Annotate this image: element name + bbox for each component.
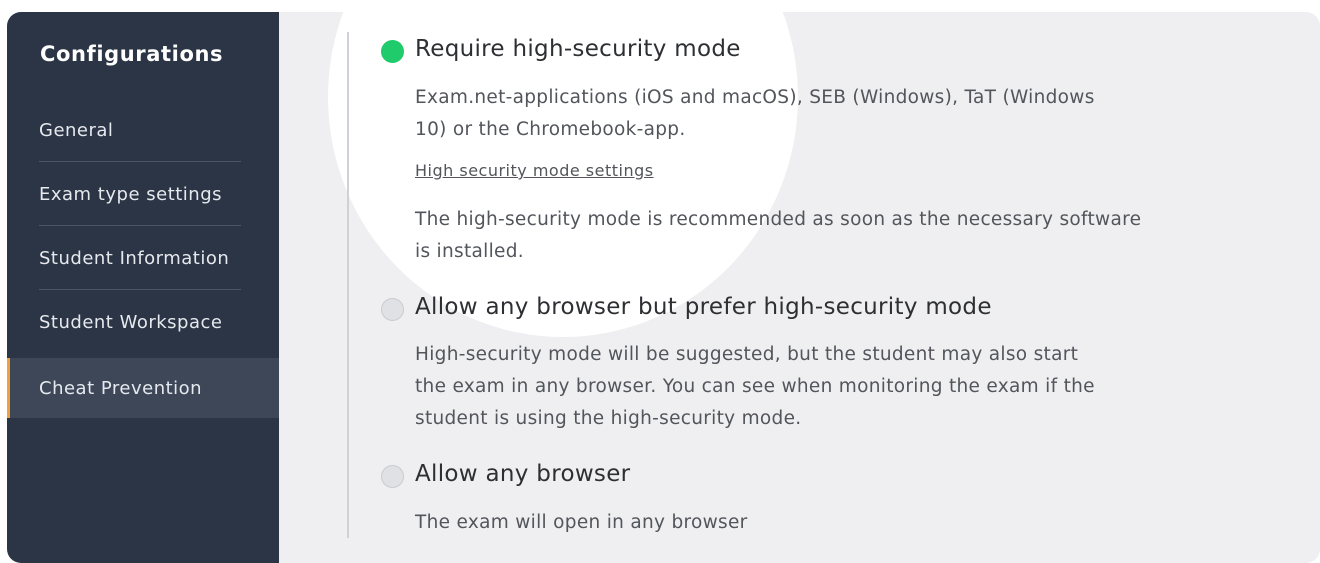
option-note: The high-security mode is recommended as…	[415, 209, 1142, 262]
option-title: Require high-security mode	[415, 36, 741, 62]
sidebar-item-general[interactable]: General	[7, 98, 279, 162]
sidebar-item-cheat-prevention[interactable]: Cheat Prevention	[7, 358, 279, 418]
option-description: Exam.net-applications (iOS and macOS), S…	[415, 87, 1095, 140]
sidebar-item-student-information[interactable]: Student Information	[7, 226, 279, 290]
radio-require-high-security[interactable]	[381, 40, 404, 63]
sidebar-item-label: Exam type settings	[39, 183, 223, 205]
app-window: Configurations General Exam type setting…	[7, 12, 1320, 563]
sidebar-item-student-workspace[interactable]: Student Workspace	[7, 290, 279, 354]
sidebar-item-exam-type-settings[interactable]: Exam type settings	[7, 162, 279, 226]
vertical-divider	[347, 32, 349, 538]
sidebar-item-label: General	[39, 119, 114, 141]
sidebar-nav: General Exam type settings Student Infor…	[7, 98, 279, 418]
sidebar-item-label: Student Information	[39, 247, 230, 269]
sidebar-item-label: Cheat Prevention	[39, 377, 203, 399]
radio-allow-any-browser[interactable]	[381, 465, 404, 488]
radio-prefer-high-security[interactable]	[381, 298, 404, 321]
main-content: Require high-security mode Exam.net-appl…	[279, 12, 1320, 563]
sidebar: Configurations General Exam type setting…	[7, 12, 279, 563]
option-title: Allow any browser but prefer high-securi…	[415, 294, 992, 320]
sidebar-title: Configurations	[40, 42, 224, 66]
option-description: High-security mode will be suggested, bu…	[415, 344, 1095, 429]
sidebar-item-label: Student Workspace	[39, 311, 223, 333]
option-title: Allow any browser	[415, 461, 631, 487]
option-description: The exam will open in any browser	[415, 512, 748, 533]
high-security-settings-link[interactable]: High security mode settings	[415, 161, 654, 180]
